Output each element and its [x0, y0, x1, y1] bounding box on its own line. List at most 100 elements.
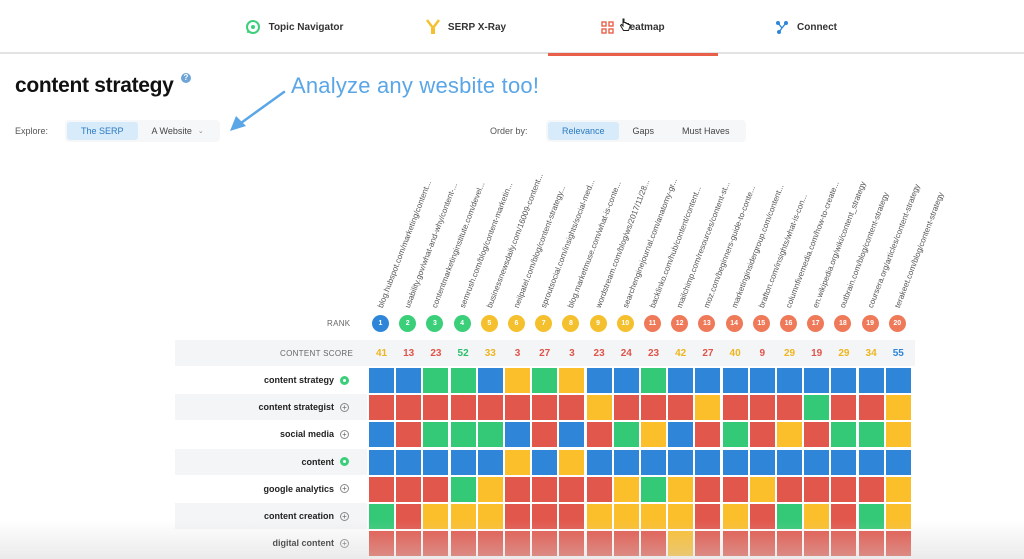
heatmap-cell[interactable]	[857, 475, 885, 503]
url-header[interactable]: en.wikipedia.org/wiki/content_strategy	[811, 180, 868, 309]
heatmap-cell[interactable]	[694, 530, 722, 558]
url-header[interactable]: searchenginejournal.com/anatomy-gr...	[621, 177, 679, 309]
help-icon[interactable]: ?	[181, 73, 191, 83]
heatmap-cell[interactable]	[857, 367, 885, 394]
heatmap-cell[interactable]	[640, 367, 667, 394]
heatmap-cell[interactable]	[585, 394, 613, 422]
heatmap-cell[interactable]	[640, 503, 667, 530]
heatmap-cell[interactable]	[612, 367, 640, 394]
heatmap-cell[interactable]	[449, 448, 477, 476]
heatmap-cell[interactable]	[640, 421, 667, 449]
heatmap-cell[interactable]	[558, 367, 586, 394]
heatmap-cell[interactable]	[368, 475, 395, 503]
heatmap-cell[interactable]	[803, 448, 831, 476]
tab-serp-xray[interactable]: SERP X-Ray	[416, 0, 516, 54]
heatmap-cell[interactable]	[612, 475, 640, 503]
heatmap-cell[interactable]	[857, 503, 885, 530]
order-option-relevance[interactable]: Relevance	[548, 122, 619, 140]
heatmap-cell[interactable]	[748, 448, 776, 476]
heatmap-cell[interactable]	[667, 367, 695, 394]
heatmap-cell[interactable]	[884, 530, 912, 558]
heatmap-cell[interactable]	[585, 367, 613, 394]
heatmap-cell[interactable]	[422, 503, 450, 530]
heatmap-cell[interactable]	[449, 530, 477, 558]
heatmap-cell[interactable]	[776, 394, 803, 422]
url-header[interactable]: brafton.com/insights/what-is-con...	[757, 193, 809, 310]
heatmap-cell[interactable]	[776, 367, 803, 394]
heatmap-cell[interactable]	[667, 448, 695, 476]
heatmap-cell[interactable]	[422, 421, 450, 449]
heatmap-cell[interactable]	[694, 503, 722, 530]
keyword-row[interactable]: content creation +	[175, 503, 367, 529]
heatmap-cell[interactable]	[640, 394, 667, 422]
heatmap-cell[interactable]	[504, 475, 531, 503]
heatmap-cell[interactable]	[422, 394, 450, 422]
url-header[interactable]: blog.marketmuse.com/what-is-conte...	[566, 180, 623, 309]
url-header[interactable]: contentmarketinginstitute.com/devel...	[430, 181, 487, 310]
add-icon[interactable]: +	[340, 484, 349, 494]
heatmap-cell[interactable]	[395, 530, 423, 558]
add-icon[interactable]: +	[340, 429, 349, 439]
heatmap-cell[interactable]	[449, 367, 477, 394]
heatmap-cell[interactable]	[531, 503, 559, 530]
heatmap-cell[interactable]	[748, 367, 776, 394]
heatmap-cell[interactable]	[395, 503, 423, 530]
heatmap-cell[interactable]	[830, 367, 858, 394]
heatmap-cell[interactable]	[531, 475, 559, 503]
heatmap-cell[interactable]	[830, 394, 858, 422]
heatmap-cell[interactable]	[748, 530, 776, 558]
heatmap-cell[interactable]	[368, 394, 395, 422]
keyword-row[interactable]: google analytics +	[175, 476, 367, 502]
url-header[interactable]: terakeet.com/blog/content-strategy	[893, 191, 946, 309]
add-icon[interactable]: +	[340, 511, 349, 521]
keyword-row[interactable]: social media +	[175, 421, 367, 447]
heatmap-cell[interactable]	[422, 448, 450, 476]
heatmap-cell[interactable]	[776, 475, 803, 503]
heatmap-cell[interactable]	[612, 394, 640, 422]
heatmap-cell[interactable]	[368, 421, 395, 449]
heatmap-cell[interactable]	[667, 530, 695, 558]
heatmap-cell[interactable]	[857, 421, 885, 449]
heatmap-cell[interactable]	[449, 503, 477, 530]
heatmap-cell[interactable]	[884, 367, 912, 394]
heatmap-cell[interactable]	[585, 475, 613, 503]
heatmap-cell[interactable]	[531, 367, 559, 394]
heatmap-cell[interactable]	[476, 367, 504, 394]
heatmap-cell[interactable]	[585, 421, 613, 449]
heatmap-cell[interactable]	[694, 475, 722, 503]
heatmap-cell[interactable]	[721, 394, 749, 422]
heatmap-cell[interactable]	[531, 421, 559, 449]
heatmap-cell[interactable]	[830, 530, 858, 558]
heatmap-cell[interactable]	[504, 367, 531, 394]
heatmap-cell[interactable]	[504, 448, 531, 476]
heatmap-cell[interactable]	[830, 448, 858, 476]
keyword-row[interactable]: content	[175, 448, 367, 475]
heatmap-cell[interactable]	[640, 475, 667, 503]
add-icon[interactable]: +	[340, 402, 349, 412]
heatmap-cell[interactable]	[748, 394, 776, 422]
url-header[interactable]: columnfivemedia.com/how-to-create...	[784, 180, 841, 309]
keyword-row[interactable]: content strategy	[175, 367, 367, 393]
heatmap-cell[interactable]	[640, 448, 667, 476]
heatmap-cell[interactable]	[558, 503, 586, 530]
heatmap-cell[interactable]	[368, 448, 395, 476]
heatmap-cell[interactable]	[476, 421, 504, 449]
heatmap-cell[interactable]	[612, 421, 640, 449]
add-icon[interactable]: +	[340, 538, 349, 548]
heatmap-cell[interactable]	[476, 530, 504, 558]
tab-topic-navigator[interactable]: Topic Navigator	[238, 0, 350, 54]
heatmap-cell[interactable]	[422, 475, 450, 503]
heatmap-cell[interactable]	[721, 503, 749, 530]
heatmap-cell[interactable]	[884, 503, 912, 530]
heatmap-cell[interactable]	[884, 448, 912, 476]
url-header[interactable]: mailchimp.com/resources/content-st...	[675, 180, 732, 309]
heatmap-cell[interactable]	[721, 448, 749, 476]
heatmap-cell[interactable]	[449, 475, 477, 503]
heatmap-cell[interactable]	[612, 503, 640, 530]
heatmap-cell[interactable]	[368, 530, 395, 558]
heatmap-cell[interactable]	[368, 367, 395, 394]
heatmap-cell[interactable]	[748, 475, 776, 503]
heatmap-cell[interactable]	[884, 475, 912, 503]
explore-option-website[interactable]: A Website ⌄	[138, 122, 218, 140]
heatmap-cell[interactable]	[803, 394, 831, 422]
